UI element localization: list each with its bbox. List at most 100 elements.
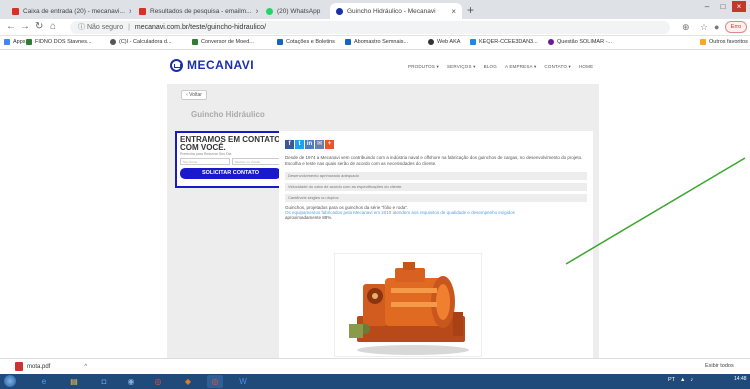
mecanavi-logo-icon bbox=[170, 58, 183, 72]
nav-a-empresa[interactable]: A EMPRESA ▾ bbox=[505, 64, 536, 70]
product-article: f t in ✉ + Desde de 1974 a Mecanavi vem … bbox=[279, 131, 593, 358]
share-buttons: f t in ✉ + bbox=[285, 140, 334, 149]
close-tab-icon[interactable]: × bbox=[447, 7, 456, 16]
forward-arrow-icon[interactable]: → bbox=[20, 21, 30, 32]
nav-produtos[interactable]: PRODUTOS ▾ bbox=[408, 64, 439, 70]
close-window-icon[interactable]: × bbox=[732, 1, 746, 12]
show-all-downloads-link[interactable]: Exibir todos bbox=[705, 363, 734, 369]
bookmark-label: Web AKA bbox=[437, 39, 461, 45]
chevron-up-icon[interactable]: ^ bbox=[84, 364, 87, 370]
hydraulic-winch-image bbox=[334, 253, 482, 357]
linkedin-icon[interactable]: in bbox=[305, 140, 314, 149]
close-tab-icon[interactable]: × bbox=[125, 7, 131, 16]
windows-taskbar: e ▤ ◘ ◉ ◎ ◆ ◎ W PT ▲ ♪ 14:48 bbox=[0, 374, 750, 389]
bookmark-item[interactable]: Questão SOLIMAR -... bbox=[548, 39, 612, 45]
app-icon[interactable]: ◉ bbox=[123, 375, 139, 388]
language-indicator[interactable]: PT bbox=[668, 377, 675, 383]
zoom-icon[interactable]: ⊕ bbox=[682, 22, 690, 33]
intro-paragraph: Desde de 1974 a Mecanavi vem contribuind… bbox=[285, 155, 583, 166]
bookmark-label: Abomastro Semnais... bbox=[354, 39, 409, 45]
star-icon[interactable]: ☆ bbox=[700, 22, 708, 33]
chrome-active-icon[interactable]: ◎ bbox=[207, 375, 223, 388]
bookmark-item[interactable]: Cotações e Boletins bbox=[277, 39, 335, 45]
twitter-icon[interactable]: t bbox=[295, 140, 304, 149]
whatsapp-icon bbox=[266, 7, 273, 15]
home-icon[interactable]: ⌂ bbox=[50, 21, 56, 32]
outlook-icon[interactable]: ◘ bbox=[96, 375, 112, 388]
start-button[interactable] bbox=[4, 375, 16, 387]
extra-paragraph: aproximadamente 88%. bbox=[285, 215, 333, 220]
bookmark-favicon-icon bbox=[548, 39, 554, 45]
email-icon[interactable]: ✉ bbox=[315, 140, 324, 149]
page-title: Guincho Hidráulico bbox=[191, 110, 265, 119]
nav-home[interactable]: HOME bbox=[579, 64, 593, 70]
bookmark-other-folder[interactable]: Outros favoritos bbox=[700, 39, 748, 45]
bookmark-label: KEQER-CCEE3DAN3... bbox=[479, 39, 538, 45]
tab-gmail-search[interactable]: Resultados de pesquisa - emailm... × bbox=[133, 3, 258, 19]
address-toolbar: ← → ↻ ⌂ ⓘ Não seguro | mecanavi.com.br/t… bbox=[0, 19, 750, 36]
minimize-icon[interactable]: – bbox=[700, 1, 714, 12]
profile-error-button[interactable]: Erro bbox=[725, 21, 747, 33]
bookmark-favicon-icon bbox=[192, 39, 198, 45]
bookmark-label: Cotações e Boletins bbox=[286, 39, 335, 45]
folder-icon bbox=[700, 39, 706, 45]
downloads-bar: mota.pdf ^ Exibir todos bbox=[0, 358, 750, 374]
word-icon[interactable]: W bbox=[235, 375, 251, 388]
back-button[interactable]: ‹ Voltar bbox=[181, 90, 207, 100]
bookmark-favicon-icon bbox=[428, 39, 434, 45]
bookmarks-bar: Apps FIDNO DOS Stavnes... (C)I - Calcula… bbox=[0, 36, 750, 50]
winch-illustration bbox=[349, 262, 469, 355]
bookmark-label: (C)I - Calculadora d... bbox=[119, 39, 172, 45]
bookmark-item[interactable]: (C)I - Calculadora d... bbox=[110, 39, 172, 45]
facebook-icon[interactable]: f bbox=[285, 140, 294, 149]
contact-heading: ENTRAMOS EM CONTATO COM VOCÊ. bbox=[180, 135, 281, 152]
bookmark-apps[interactable]: Apps bbox=[4, 39, 26, 45]
request-contact-button[interactable]: SOLICITAR CONTATO bbox=[180, 168, 281, 179]
contact-subtitle: Preencha para Ressrvar Seu Dia bbox=[180, 152, 232, 156]
feature-item: Desenvolvimento aprimorado adequado bbox=[285, 172, 587, 180]
tab-label: Resultados de pesquisa - emailm... bbox=[150, 7, 252, 15]
nav-contato[interactable]: CONTATO ▾ bbox=[544, 64, 571, 70]
network-icon[interactable]: ▲ bbox=[680, 377, 685, 383]
back-arrow-icon[interactable]: ← bbox=[6, 21, 16, 32]
extension-icon[interactable]: ● bbox=[714, 22, 719, 32]
maximize-icon[interactable]: □ bbox=[716, 1, 730, 12]
download-item[interactable]: mota.pdf ^ bbox=[15, 362, 87, 371]
plus-share-icon[interactable]: + bbox=[325, 140, 334, 149]
new-tab-button[interactable]: + bbox=[467, 3, 474, 17]
nav-blog[interactable]: BLOG bbox=[484, 64, 497, 70]
bookmark-item[interactable]: Conversor de Moed... bbox=[192, 39, 254, 45]
bookmark-item[interactable]: FIDNO DOS Stavnes... bbox=[26, 39, 92, 45]
info-icon[interactable]: ⓘ bbox=[78, 24, 85, 31]
tab-guincho-hidraulico[interactable]: Guincho Hidráulico - Mecanavi × bbox=[330, 3, 462, 19]
system-tray: PT ▲ ♪ bbox=[668, 377, 693, 383]
tab-label: Guincho Hidráulico - Mecanavi bbox=[347, 7, 436, 15]
gmail-icon bbox=[139, 7, 146, 15]
bookmark-item[interactable]: Abomastro Semnais... bbox=[345, 39, 408, 45]
reload-icon[interactable]: ↻ bbox=[35, 21, 43, 32]
main-navigation: PRODUTOS ▾ SERVIÇOS ▾ BLOG A EMPRESA ▾ C… bbox=[408, 64, 593, 70]
file-explorer-icon[interactable]: ▤ bbox=[66, 375, 82, 388]
site-header: MECANAVI PRODUTOS ▾ SERVIÇOS ▾ BLOG A EM… bbox=[0, 50, 750, 84]
bookmark-item[interactable]: Web AKA bbox=[428, 39, 460, 45]
internet-explorer-icon[interactable]: e bbox=[36, 375, 52, 388]
phone-field[interactable]: Telefone ou Celular bbox=[231, 158, 281, 165]
media-player-icon[interactable]: ◆ bbox=[180, 375, 196, 388]
bookmark-item[interactable]: KEQER-CCEE3DAN3... bbox=[470, 39, 538, 45]
clock[interactable]: 14:48 bbox=[734, 376, 747, 382]
volume-icon[interactable]: ♪ bbox=[690, 377, 693, 383]
main-content: ‹ Voltar Guincho Hidráulico ENTRAMOS EM … bbox=[167, 84, 599, 358]
separator: | bbox=[128, 24, 130, 31]
download-filename: mota.pdf bbox=[27, 363, 51, 370]
tab-gmail-inbox[interactable]: Caixa de entrada (20) - mecanavi... × bbox=[6, 3, 131, 19]
mecanavi-logo[interactable]: MECANAVI bbox=[170, 58, 254, 72]
address-bar[interactable]: ⓘ Não seguro | mecanavi.com.br/teste/gui… bbox=[70, 21, 670, 34]
apps-icon bbox=[4, 39, 10, 45]
nav-servicos[interactable]: SERVIÇOS ▾ bbox=[447, 64, 476, 70]
close-tab-icon[interactable]: × bbox=[252, 7, 258, 16]
bookmark-favicon-icon bbox=[470, 39, 476, 45]
name-field[interactable]: Seu Nome bbox=[180, 158, 230, 165]
tab-label: Caixa de entrada (20) - mecanavi... bbox=[23, 7, 125, 15]
chrome-icon[interactable]: ◎ bbox=[150, 375, 166, 388]
bookmark-favicon-icon bbox=[26, 39, 32, 45]
